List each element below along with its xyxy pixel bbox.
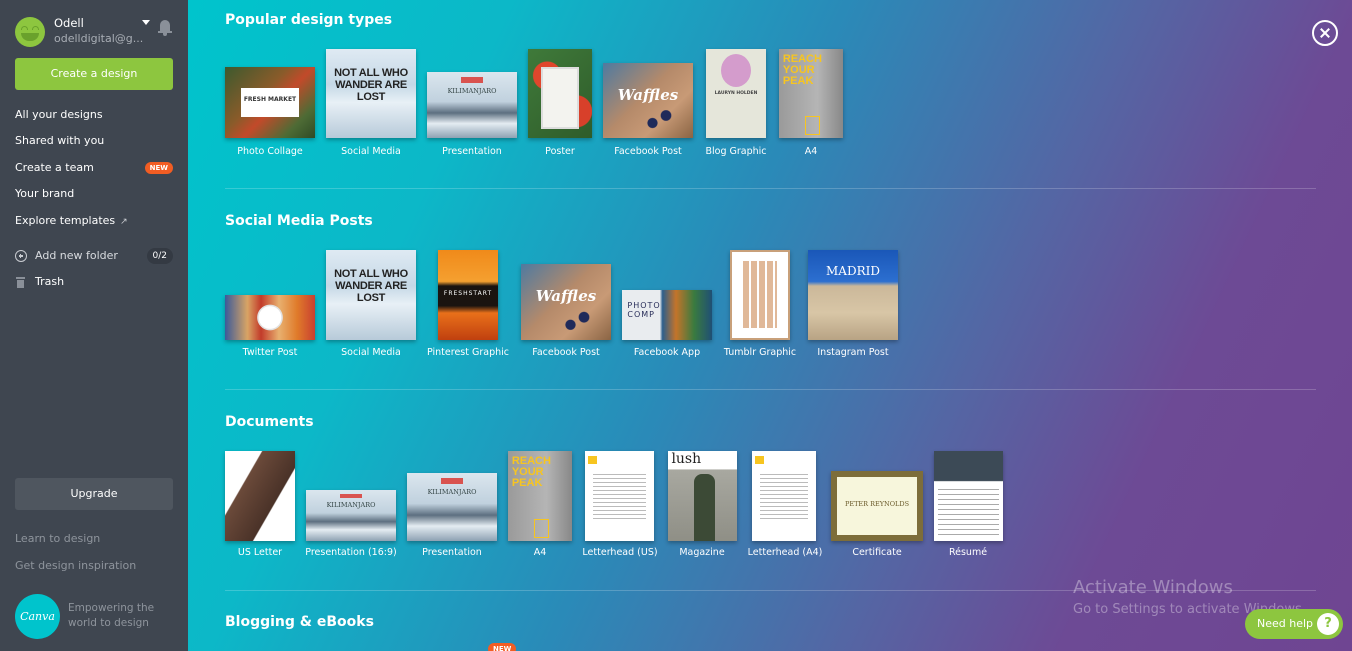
card-label: Presentation (16:9) <box>305 547 397 558</box>
section-title-social: Social Media Posts <box>225 213 373 229</box>
thumbnail: FRESH MARKET <box>225 67 315 138</box>
add-folder-button[interactable]: Add new folder 0/2 <box>15 246 173 272</box>
sidebar-item-label: All your designs <box>15 108 103 121</box>
thumbnail: REACH YOUR PEAK <box>508 451 572 541</box>
thumbnail <box>225 295 315 340</box>
folder-area: Add new folder 0/2 Trash <box>15 246 173 298</box>
card-label: Facebook App <box>633 347 701 358</box>
need-help-button[interactable]: Need help ? <box>1245 609 1343 639</box>
card-label: Presentation <box>442 146 502 157</box>
thumbnail: NOT ALL WHO WANDER ARE LOST <box>326 49 416 138</box>
card-label: Social Media <box>341 146 401 157</box>
section-title-blogging: Blogging & eBooks <box>225 614 374 630</box>
thumbnail: Waffles <box>603 63 693 138</box>
thumbnail: PHOTO COMP <box>622 290 712 340</box>
canva-logo[interactable]: Canva <box>15 594 60 639</box>
card-label: A4 <box>804 146 818 157</box>
card-label: Photo Collage <box>237 146 303 157</box>
thumbnail: PETER REYNOLDS <box>831 471 923 541</box>
thumbnail <box>934 451 1003 541</box>
card-label: Poster <box>545 146 575 157</box>
card-label: Social Media <box>341 347 401 358</box>
card-label: Résumé <box>948 547 988 558</box>
section-title-documents: Documents <box>225 414 314 430</box>
sidebar-item-label: Your brand <box>15 187 75 201</box>
sidebar-item-all-designs[interactable]: All your designs <box>15 104 173 130</box>
thumbnail: FRESHSTART <box>438 250 498 340</box>
user-account-menu[interactable]: Odell odelldigital@g... <box>15 16 180 48</box>
thumbnail <box>752 451 816 541</box>
thumbnail: KILIMANJARO <box>407 473 497 541</box>
card-label: Certificate <box>852 547 902 558</box>
trash-icon <box>16 277 25 288</box>
bell-icon[interactable] <box>158 20 172 36</box>
thumbnail <box>585 451 654 541</box>
user-email: odelldigital@g... <box>54 32 144 45</box>
design-types-panel: Popular design types FRESH MARKET Photo … <box>188 0 1352 651</box>
learn-to-design-link[interactable]: Learn to design <box>15 532 100 545</box>
sidebar-item-your-brand[interactable]: Your brand <box>15 183 173 209</box>
sidebar-item-label: Explore templates <box>15 213 116 227</box>
upgrade-button[interactable]: Upgrade <box>15 478 173 510</box>
question-icon: ? <box>1317 613 1339 635</box>
add-folder-label: Add new folder <box>35 249 118 262</box>
section-divider <box>225 389 1316 390</box>
card-label: US Letter <box>237 547 283 558</box>
card-label: Instagram Post <box>817 347 889 358</box>
card-label: Tumblr Graphic <box>723 347 797 358</box>
thumbnail: lush <box>668 451 737 541</box>
thumbnail <box>528 49 592 138</box>
new-badge: NEW <box>144 161 173 174</box>
tagline: Empowering the world to design <box>68 602 155 629</box>
sidebar-item-label: Create a team <box>15 160 94 174</box>
card-label: A4 <box>533 547 547 558</box>
thumbnail <box>730 250 790 340</box>
thumbnail: KILIMANJARO <box>306 490 396 541</box>
avatar <box>15 17 45 47</box>
design-inspiration-link[interactable]: Get design inspiration <box>15 559 136 572</box>
card-label: Letterhead (US) <box>582 547 658 558</box>
sidebar: Odell odelldigital@g... Create a design … <box>0 0 188 651</box>
card-label: Presentation <box>422 547 482 558</box>
thumbnail: Waffles <box>521 264 611 340</box>
thumbnail: KILIMANJARO <box>427 72 517 138</box>
thumbnail: MADRID <box>808 250 898 340</box>
create-design-button[interactable]: Create a design <box>15 58 173 90</box>
need-help-label: Need help <box>1257 617 1314 630</box>
sidebar-item-explore-templates[interactable]: Explore templates ↗ <box>15 210 173 236</box>
sidebar-item-create-team[interactable]: Create a team NEW <box>15 157 173 183</box>
new-badge: NEW <box>488 643 517 651</box>
thumbnail <box>225 451 295 541</box>
card-label: Letterhead (A4) <box>747 547 823 558</box>
card-label: Magazine <box>679 547 725 558</box>
trash-label: Trash <box>35 275 65 288</box>
external-arrow-icon: ↗ <box>120 216 128 227</box>
thumbnail: REACH YOUR PEAK <box>779 49 843 138</box>
thumbnail: LAURYN HOLDEN <box>706 49 766 138</box>
section-title-popular: Popular design types <box>225 12 393 28</box>
card-label: Blog Graphic <box>705 146 767 157</box>
card-label: Facebook Post <box>532 347 600 358</box>
card-label: Twitter Post <box>242 347 298 358</box>
section-divider <box>225 188 1316 189</box>
sidebar-item-label: Shared with you <box>15 134 105 148</box>
folder-count-badge: 0/2 <box>146 248 173 264</box>
card-label: Pinterest Graphic <box>427 347 509 358</box>
sidebar-item-shared[interactable]: Shared with you <box>15 130 173 156</box>
close-icon[interactable] <box>1312 20 1338 46</box>
plus-circle-icon <box>15 250 27 262</box>
user-name: Odell <box>54 16 84 30</box>
thumbnail: NOT ALL WHO WANDER ARE LOST <box>326 250 416 340</box>
sidebar-nav: All your designs Shared with you Create … <box>15 104 173 236</box>
caret-down-icon[interactable] <box>142 20 150 25</box>
sidebar-item-trash[interactable]: Trash <box>15 272 173 298</box>
activate-windows-title: Activate Windows <box>1073 577 1233 598</box>
card-label: Facebook Post <box>614 146 682 157</box>
